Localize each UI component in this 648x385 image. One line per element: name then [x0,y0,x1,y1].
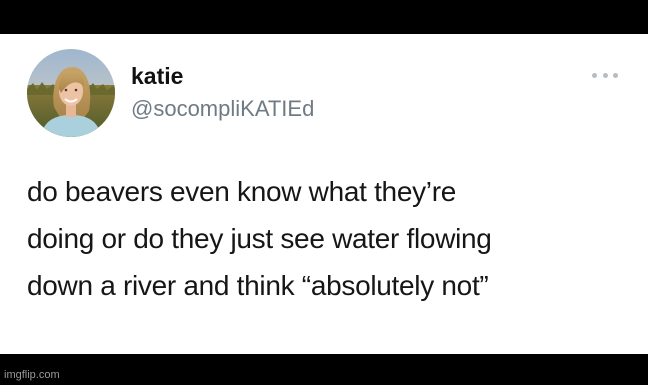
tweet-card: katie @socompliKATIEd do beavers even kn… [0,34,648,354]
more-dot [592,72,597,78]
meme-frame: katie @socompliKATIEd do beavers even kn… [0,0,648,385]
more-dot [602,72,608,78]
avatar[interactable] [27,49,115,137]
tweet-text-line: do beavers even know what they’re [27,176,457,207]
profile-photo-icon [27,49,115,137]
user-handle[interactable]: @socompliKATIEd [131,96,314,122]
more-options-icon[interactable] [592,70,618,80]
tweet-text: do beavers even know what they’re doing … [27,168,627,309]
tweet-text-line: doing or do they just see water flowing [27,223,492,254]
more-dot [613,72,618,78]
watermark: imgflip.com [4,369,60,381]
display-name[interactable]: katie [131,62,183,90]
tweet-text-line: down a river and think “absolutely not” [27,270,489,301]
